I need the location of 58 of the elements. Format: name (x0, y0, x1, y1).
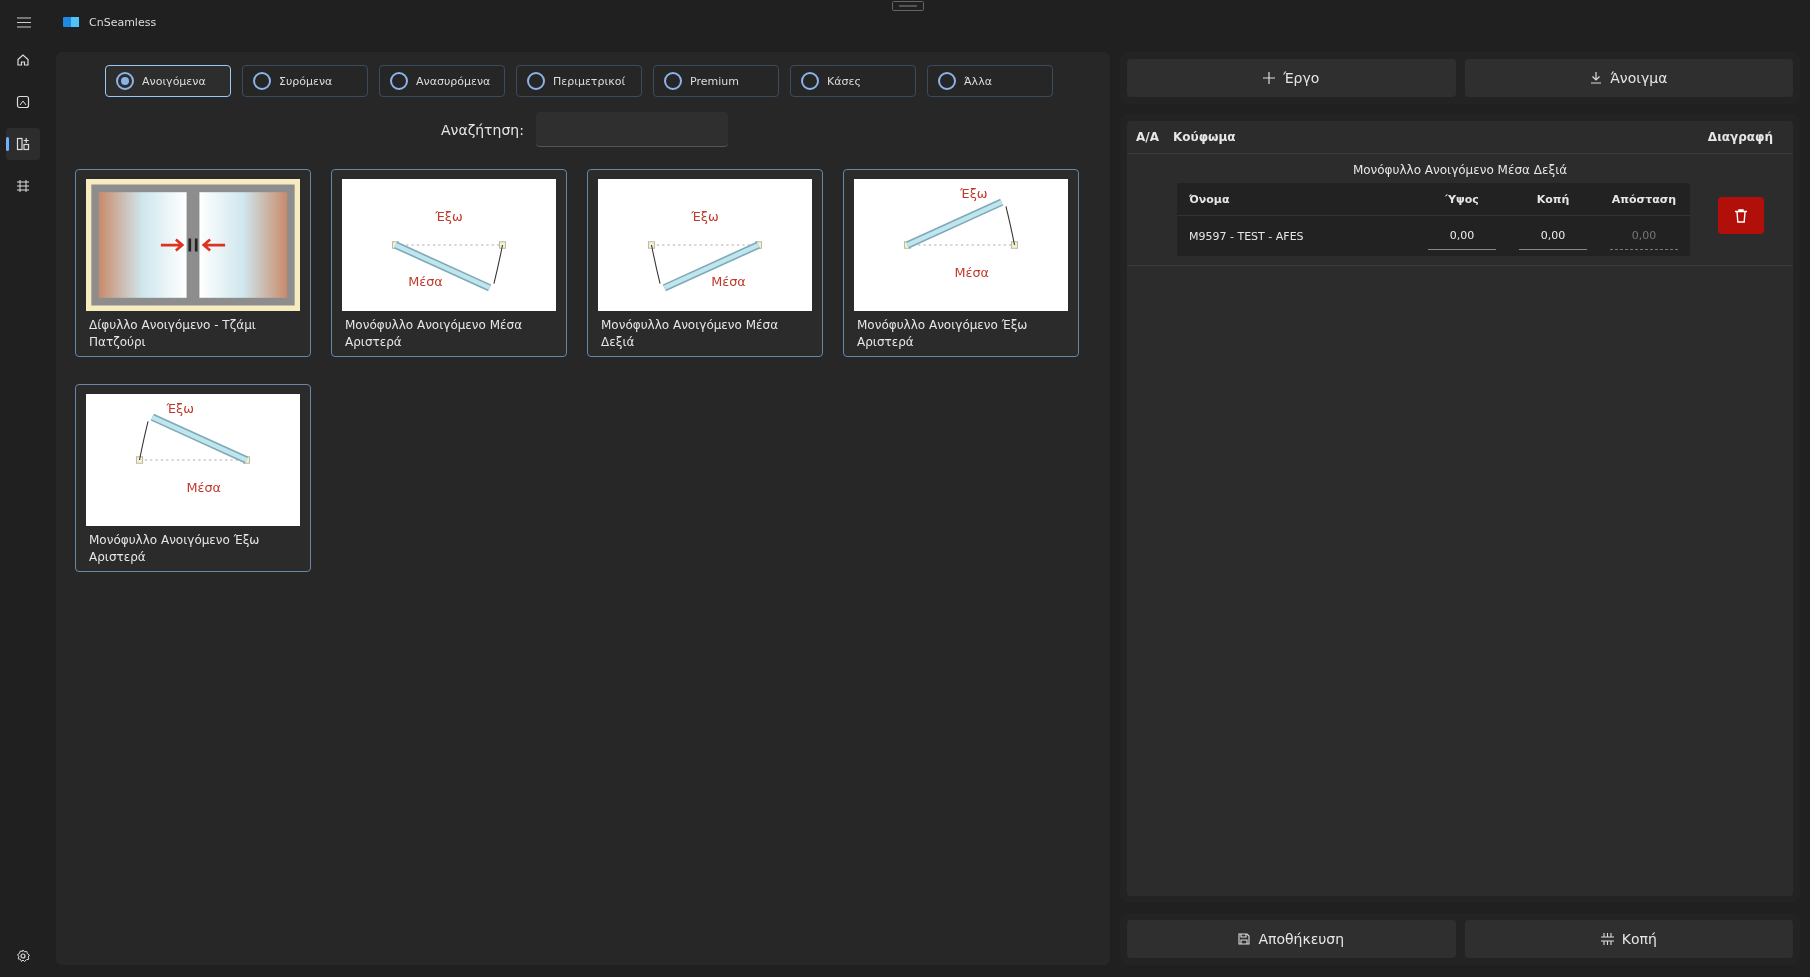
product-card[interactable]: Έξω Μέσα Μονόφυλλο Ανοιγόμενο Έξω Αριστερά (843, 169, 1079, 357)
outside-label: Έξω (166, 400, 194, 416)
column-header: Διαγραφή (1707, 130, 1773, 144)
search-field[interactable] (535, 112, 728, 147)
category-radio[interactable]: Premium (653, 65, 779, 97)
inside-label: Μέσα (954, 265, 989, 281)
action-button[interactable]: Άνοιγμα (1464, 59, 1793, 97)
outside-label: Έξω (691, 209, 719, 225)
column-header: Όνομα (1189, 192, 1231, 206)
add-grid-icon (16, 137, 30, 151)
drag-handle-icon[interactable] (892, 1, 924, 11)
save-icon (1238, 933, 1251, 945)
column-header: Α/Α (1136, 130, 1160, 144)
plus-icon (1263, 72, 1276, 84)
outside-label: Έξω (960, 185, 988, 201)
table-cell-text: M9597 - TEST - AFES (1189, 229, 1305, 243)
cut-lines-icon (1600, 933, 1614, 945)
outside-label: Έξω (435, 209, 463, 225)
action-button[interactable]: Έργο (1127, 59, 1456, 97)
search-label: Αναζήτηση: (441, 121, 524, 138)
category-radio[interactable]: Άλλα (927, 65, 1053, 97)
product-name: Μονόφυλλο Ανοιγόμενο Έξω Αριστερά (856, 317, 1029, 351)
menu-icon[interactable] (17, 16, 31, 28)
inside-label: Μέσα (711, 273, 746, 289)
group-title: Μονόφυλλο Ανοιγόμενο Μέσα Δεξιά (1351, 163, 1569, 177)
nav-item[interactable] (6, 128, 40, 160)
product-name: Δίφυλλο Ανοιγόμενο - Τζάμι Πατζούρι (88, 317, 257, 351)
inside-label: Μέσα (408, 273, 443, 289)
product-name: Μονόφυλλο Ανοιγόμενο Μέσα Δεξιά (600, 317, 780, 351)
column-header: Κοπή (1535, 192, 1571, 206)
image-icon (16, 95, 30, 109)
app-logo-icon (63, 17, 79, 27)
number-field[interactable]: 0,00 (1519, 222, 1587, 250)
product-card[interactable]: Έξω Μέσα Μονόφυλλο Ανοιγόμενο Έξω Αριστερά (75, 384, 311, 572)
column-header: Απόσταση (1610, 192, 1678, 206)
product-card[interactable]: Έξω Μέσα Μονόφυλλο Ανοιγόμενο Μέσα Δεξιά (587, 169, 823, 357)
trash-icon (1735, 208, 1747, 223)
inside-label: Μέσα (186, 480, 221, 496)
category-radio[interactable]: Ανασυρόμενα (379, 65, 505, 97)
category-radio[interactable]: Κάσες (790, 65, 916, 97)
category-radio[interactable]: Περιμετρικοί (516, 65, 642, 97)
product-name: Μονόφυλλο Ανοιγόμενο Έξω Αριστερά (88, 532, 261, 566)
column-header: Κούφωμα (1173, 130, 1237, 144)
download-icon (1590, 72, 1603, 84)
delete-button[interactable] (1718, 197, 1764, 234)
home-icon (16, 53, 30, 67)
product-name: Μονόφυλλο Ανοιγόμενο Μέσα Αριστερά (344, 317, 524, 351)
category-radio[interactable]: Ανοιγόμενα (105, 65, 231, 97)
category-radio[interactable]: Συρόμενα (242, 65, 368, 97)
product-card[interactable]: Έξω Μέσα Μονόφυλλο Ανοιγόμενο Μέσα Αριστερά (331, 169, 567, 357)
window-title: CnSeamless (89, 15, 157, 29)
grid-lines-icon (16, 179, 30, 193)
action-button[interactable]: Αποθήκευση (1127, 920, 1456, 958)
action-button[interactable]: Κοπή (1464, 920, 1793, 958)
product-card[interactable]: Δίφυλλο Ανοιγόμενο - Τζάμι Πατζούρι (75, 169, 311, 357)
column-header: Ύψος (1444, 192, 1480, 206)
settings-icon[interactable] (16, 949, 30, 963)
number-field[interactable]: 0,00 (1428, 222, 1496, 250)
